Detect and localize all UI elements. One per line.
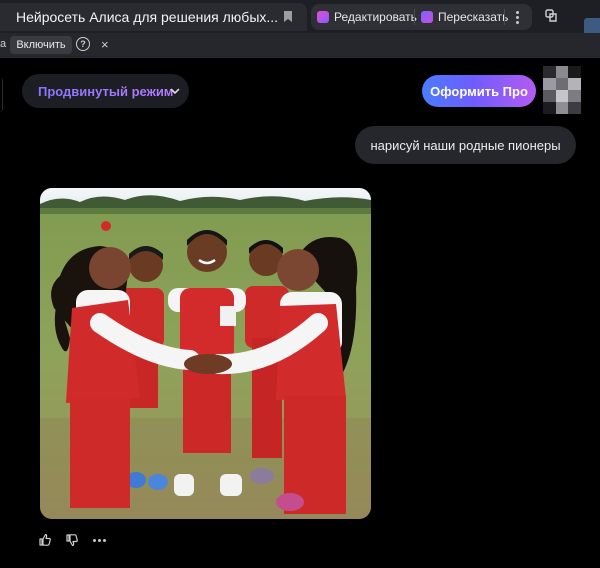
window-corner xyxy=(584,18,600,33)
more-actions-icon[interactable] xyxy=(92,533,106,547)
close-icon[interactable]: × xyxy=(101,37,109,53)
message-actions xyxy=(38,531,119,549)
edit-button-label: Редактировать xyxy=(334,10,417,24)
page-actions-group: Редактировать Пересказать xyxy=(311,4,532,30)
more-icon[interactable] xyxy=(508,8,526,26)
edit-icon xyxy=(317,11,329,23)
retell-icon xyxy=(421,11,433,23)
tab-title: Нейросеть Алиса для решения любых... xyxy=(16,9,279,25)
avatar[interactable] xyxy=(543,66,581,114)
subscribe-pro-button[interactable]: Оформить Про xyxy=(422,75,536,107)
help-icon[interactable]: ? xyxy=(76,37,90,51)
bookmark-icon[interactable] xyxy=(283,10,293,23)
thumbs-down-icon[interactable] xyxy=(65,533,79,547)
toolbar-divider xyxy=(414,9,415,25)
chevron-down-icon xyxy=(170,88,180,95)
generated-image[interactable] xyxy=(40,188,371,519)
side-panel-edge xyxy=(0,78,3,112)
enable-button[interactable]: Включить xyxy=(10,36,72,54)
user-message: нарисуй наши родные пионеры xyxy=(355,126,576,164)
info-bar: а Включить ? × xyxy=(0,33,600,58)
chat-area: Продвинутый режим Оформить Про нарисуй н… xyxy=(0,58,600,568)
retell-button-label: Пересказать xyxy=(438,10,509,24)
extension-icon[interactable] xyxy=(545,9,559,23)
info-bar-text: а xyxy=(0,38,7,50)
retell-button[interactable]: Пересказать xyxy=(421,4,508,30)
toolbar-divider xyxy=(504,9,505,25)
thumbs-up-icon[interactable] xyxy=(38,533,52,547)
edit-button[interactable]: Редактировать xyxy=(317,4,417,30)
mode-label: Продвинутый режим xyxy=(38,83,174,99)
mode-selector[interactable]: Продвинутый режим xyxy=(22,74,189,108)
browser-tab[interactable]: Нейросеть Алиса для решения любых... xyxy=(0,3,307,31)
browser-toolbar: Нейросеть Алиса для решения любых... Ред… xyxy=(0,0,600,33)
